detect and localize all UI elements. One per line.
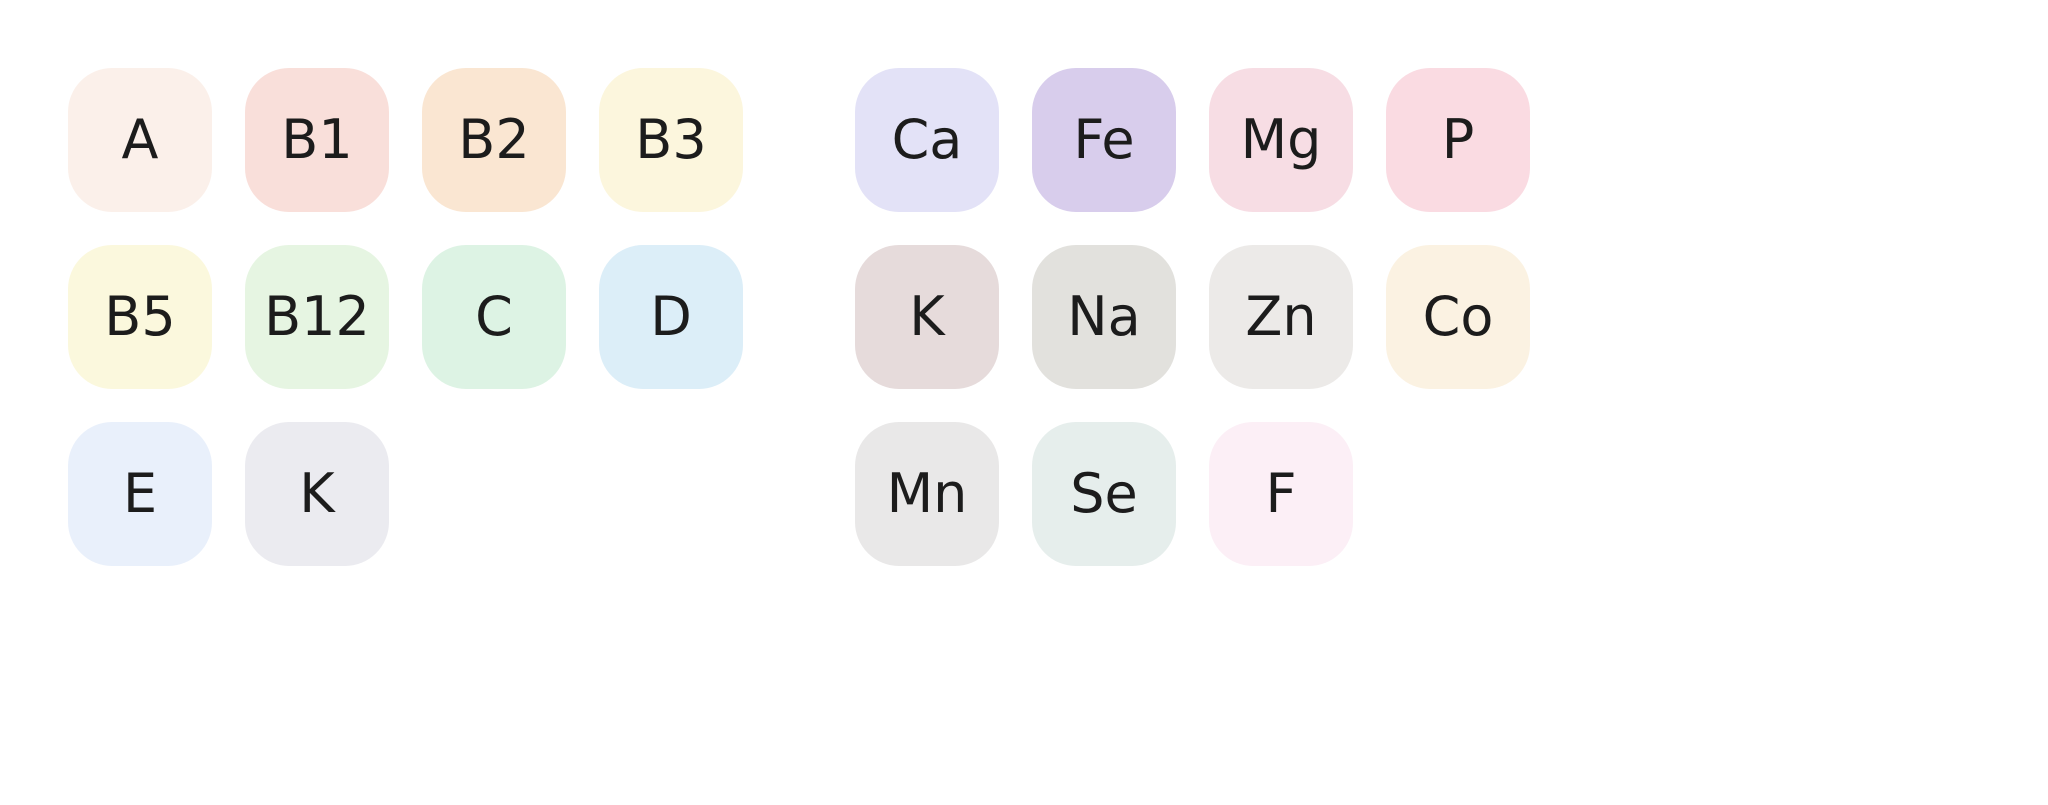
tile-minerals-na[interactable]: Na: [1032, 245, 1176, 389]
tile-vitamins-d[interactable]: D: [599, 245, 743, 389]
tile-label: Co: [1422, 285, 1494, 348]
vitamin-tile-group: A B1 B2 B3 B5 B12 C D E K: [68, 68, 743, 566]
tile-row: A B1 B2 B3: [68, 68, 743, 212]
tile-minerals-mg[interactable]: Mg: [1209, 68, 1353, 212]
tile-vitamins-k[interactable]: K: [245, 422, 389, 566]
tile-row: B5 B12 C D: [68, 245, 743, 389]
tile-minerals-fe[interactable]: Fe: [1032, 68, 1176, 212]
tile-label: D: [650, 285, 692, 348]
tile-vitamins-b1[interactable]: B1: [245, 68, 389, 212]
tile-label: Fe: [1073, 108, 1135, 171]
tile-vitamins-b12[interactable]: B12: [245, 245, 389, 389]
tile-minerals-k[interactable]: K: [855, 245, 999, 389]
tile-label: K: [909, 285, 945, 348]
tile-row: Mn Se F: [855, 422, 1530, 566]
tile-row: EK: [68, 422, 743, 566]
tile-minerals-ca[interactable]: Ca: [855, 68, 999, 212]
tile-label: Se: [1070, 462, 1138, 525]
tile-label: Na: [1067, 285, 1141, 348]
tile-vitamins-c[interactable]: C: [422, 245, 566, 389]
tile-vitamins-b2[interactable]: B2: [422, 68, 566, 212]
tile-minerals-f[interactable]: F: [1209, 422, 1353, 566]
mineral-tile-group: Ca Fe Mg P K Na Zn Co Mn Se F: [855, 68, 1530, 566]
tile-label: B3: [635, 108, 707, 171]
tile-label: A: [121, 108, 159, 171]
tile-label: B12: [264, 285, 370, 348]
tile-label: B2: [458, 108, 530, 171]
tile-label: Zn: [1245, 285, 1317, 348]
tile-vitamins-e[interactable]: E: [68, 422, 212, 566]
tile-minerals-p[interactable]: P: [1386, 68, 1530, 212]
tile-vitamins-b5[interactable]: B5: [68, 245, 212, 389]
tile-label: E: [122, 462, 158, 525]
tile-row: Ca Fe Mg P: [855, 68, 1530, 212]
tile-label: F: [1265, 462, 1297, 525]
tile-vitamins-a[interactable]: A: [68, 68, 212, 212]
tile-label: B5: [104, 285, 176, 348]
tile-label: Mn: [886, 462, 968, 525]
tile-label: B1: [281, 108, 353, 171]
tile-vitamins-b3[interactable]: B3: [599, 68, 743, 212]
tile-minerals-se[interactable]: Se: [1032, 422, 1176, 566]
tile-minerals-mn[interactable]: Mn: [855, 422, 999, 566]
tile-label: K: [299, 462, 335, 525]
tile-label: Ca: [891, 108, 963, 171]
tile-label: C: [475, 285, 513, 348]
tile-label: P: [1441, 108, 1475, 171]
nutrient-tile-board: A B1 B2 B3 B5 B12 C D E K Ca Fe Mg P K Na Zn Co Mn Se F: [0, 0, 2048, 805]
tile-minerals-co[interactable]: Co: [1386, 245, 1530, 389]
tile-row: K Na Zn Co: [855, 245, 1530, 389]
tile-label: Mg: [1240, 108, 1322, 171]
tile-minerals-zn[interactable]: Zn: [1209, 245, 1353, 389]
